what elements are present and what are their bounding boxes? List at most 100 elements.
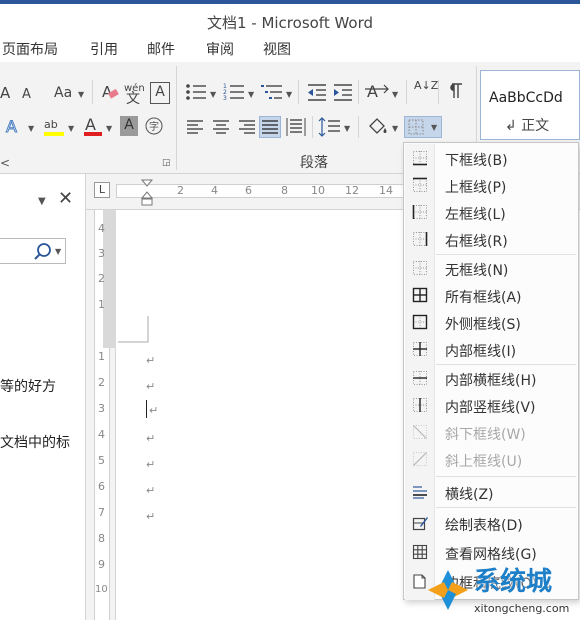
- change-case-button[interactable]: Aa: [54, 84, 72, 102]
- character-shading-button[interactable]: A: [120, 116, 138, 136]
- menu-item-no-border[interactable]: 无框线(N): [405, 255, 577, 282]
- left-border-icon: [412, 205, 427, 219]
- tab-references[interactable]: 引用: [90, 39, 118, 59]
- ruler-number: 14: [379, 184, 393, 197]
- paint-bucket-icon[interactable]: [366, 116, 390, 138]
- decrease-indent-icon[interactable]: [306, 82, 328, 102]
- tab-mailings[interactable]: 邮件: [147, 39, 175, 59]
- font-color-icon[interactable]: A: [82, 114, 104, 138]
- close-pane-button[interactable]: ✕: [58, 190, 73, 208]
- menu-item-label: 无框线(N): [445, 263, 509, 279]
- search-icon[interactable]: [33, 242, 53, 262]
- diagonal-up-border-icon: [413, 452, 427, 466]
- numbering-icon[interactable]: 123: [222, 80, 248, 104]
- svg-text:字: 字: [149, 120, 159, 133]
- vertical-ruler-strip: 4 3 2 1 1 2 3 4 5 6 7 8 9 10: [94, 210, 119, 620]
- shrink-font-button[interactable]: A: [22, 86, 31, 104]
- ruler-number: 5: [98, 454, 105, 467]
- divider: [312, 116, 313, 138]
- show-hide-marks-icon[interactable]: [446, 82, 466, 102]
- chinese-layout-icon[interactable]: A: [364, 80, 390, 102]
- ruler-number: 6: [98, 480, 105, 493]
- indent-marker-icon[interactable]: [140, 178, 154, 208]
- chevron-down-icon: ▼: [28, 124, 35, 133]
- watermark-brand: 系统城: [474, 567, 553, 597]
- right-border-icon: [413, 232, 428, 246]
- draw-table-icon: [412, 517, 428, 531]
- ruler-strip: 2 4 6 8 10 12 14: [116, 184, 436, 198]
- align-center-icon[interactable]: [212, 118, 230, 136]
- font-dialog-launcher-icon[interactable]: ◲: [162, 158, 171, 168]
- paragraph-mark: ↵: [146, 354, 156, 367]
- increase-indent-icon[interactable]: [332, 82, 354, 102]
- enclose-characters-icon[interactable]: 字: [144, 116, 164, 136]
- vertical-ruler: 4 3 2 1 1 2 3 4 5 6 7 8 9 10: [86, 210, 119, 620]
- borders-icon: [408, 119, 424, 135]
- inside-vertical-border-icon: [413, 398, 427, 412]
- justify-icon: [262, 120, 278, 134]
- top-border-icon: [413, 177, 427, 192]
- menu-item-label: 外侧框线(S): [445, 317, 521, 333]
- menu-item-inside-borders[interactable]: 内部框线(I): [405, 336, 577, 363]
- menu-item-label: 下框线(B): [445, 153, 508, 169]
- distributed-align-icon[interactable]: [286, 116, 306, 138]
- phonetic-guide-button[interactable]: 文: [126, 90, 140, 108]
- menu-item-label: 横线(Z): [445, 487, 494, 503]
- style-gallery-normal[interactable]: AaBbCcDd ↲ 正文: [480, 70, 580, 140]
- chevron-down-icon: ▼: [344, 124, 351, 133]
- borders-dropdown-menu: 下框线(B) 上框线(P) 左框线(L) 右框线(R) 无框线(N) 所有框线(…: [403, 142, 579, 600]
- menu-item-left-border[interactable]: 左框线(L): [405, 199, 577, 226]
- grow-font-button[interactable]: A: [0, 84, 10, 102]
- multilevel-list-icon[interactable]: [260, 80, 286, 104]
- menu-item-top-border[interactable]: 上框线(P): [405, 172, 577, 199]
- justify-button[interactable]: [259, 116, 281, 138]
- sort-button[interactable]: A↓Z: [414, 80, 438, 91]
- tab-selector-button[interactable]: L: [94, 182, 110, 198]
- tab-page-layout[interactable]: 页面布局: [2, 39, 58, 59]
- chevron-down-icon: ▼: [78, 90, 85, 99]
- ruler-number: 2: [98, 272, 105, 285]
- window-title: 文档1 - Microsoft Word: [206, 14, 374, 32]
- menu-item-diagonal-up-border[interactable]: 斜上框线(U): [405, 446, 577, 473]
- align-left-icon[interactable]: [186, 118, 204, 136]
- tab-review[interactable]: 审阅: [206, 39, 234, 59]
- ruler-number: 4: [98, 428, 105, 441]
- ruler-number: 4: [98, 222, 105, 235]
- paragraph-mark: ↵: [146, 380, 156, 393]
- bullets-icon[interactable]: [184, 80, 210, 104]
- chevron-down-icon: ▼: [392, 90, 399, 99]
- line-spacing-icon[interactable]: [318, 116, 342, 138]
- menu-item-inside-vertical-border[interactable]: 内部竖框线(V): [405, 392, 577, 419]
- align-right-icon[interactable]: [238, 118, 256, 136]
- title-bar: 文档1 - Microsoft Word: [0, 0, 580, 34]
- menu-item-all-borders[interactable]: 所有框线(A): [405, 282, 577, 309]
- watermark-logo: 系统城 xitongcheng.com: [418, 566, 580, 620]
- borders-dropdown-button[interactable]: ▼: [404, 116, 442, 138]
- menu-item-bottom-border[interactable]: 下框线(B): [405, 145, 577, 172]
- style-sample: AaBbCcDd: [489, 90, 563, 106]
- diagonal-down-border-icon: [413, 425, 427, 439]
- menu-item-view-gridlines[interactable]: 查看网格线(G): [405, 539, 577, 566]
- highlight-color-icon[interactable]: ab: [42, 114, 66, 138]
- watermark-url: xitongcheng.com: [474, 602, 570, 615]
- menu-item-inside-horizontal-border[interactable]: 内部横框线(H): [405, 365, 577, 392]
- search-document-input[interactable]: ▼: [0, 238, 66, 264]
- menu-item-right-border[interactable]: 右框线(R): [405, 226, 577, 253]
- tab-view[interactable]: 视图: [263, 39, 291, 59]
- text-cursor: [146, 400, 147, 418]
- menu-item-diagonal-down-border[interactable]: 斜下框线(W): [405, 419, 577, 446]
- ruler-number: 10: [95, 584, 108, 595]
- character-border-button[interactable]: A: [150, 82, 170, 104]
- menu-item-outside-borders[interactable]: 外侧框线(S): [405, 309, 577, 336]
- clear-formatting-icon[interactable]: A: [100, 80, 120, 102]
- divider: [92, 80, 93, 104]
- menu-item-horizontal-line[interactable]: 横线(Z): [405, 479, 577, 506]
- pane-options-icon[interactable]: ▼: [38, 196, 46, 207]
- ruler-number: 3: [98, 402, 105, 415]
- navigation-pane: ▼ ✕ ▼ 等的好方 文档中的标: [0, 174, 86, 620]
- menu-item-draw-table[interactable]: 绘制表格(D): [405, 510, 577, 537]
- chevron-down-icon: ▼: [286, 90, 293, 99]
- divider: [438, 80, 439, 104]
- watermark-emblem-icon: [428, 570, 468, 610]
- text-effects-icon[interactable]: A: [4, 116, 24, 137]
